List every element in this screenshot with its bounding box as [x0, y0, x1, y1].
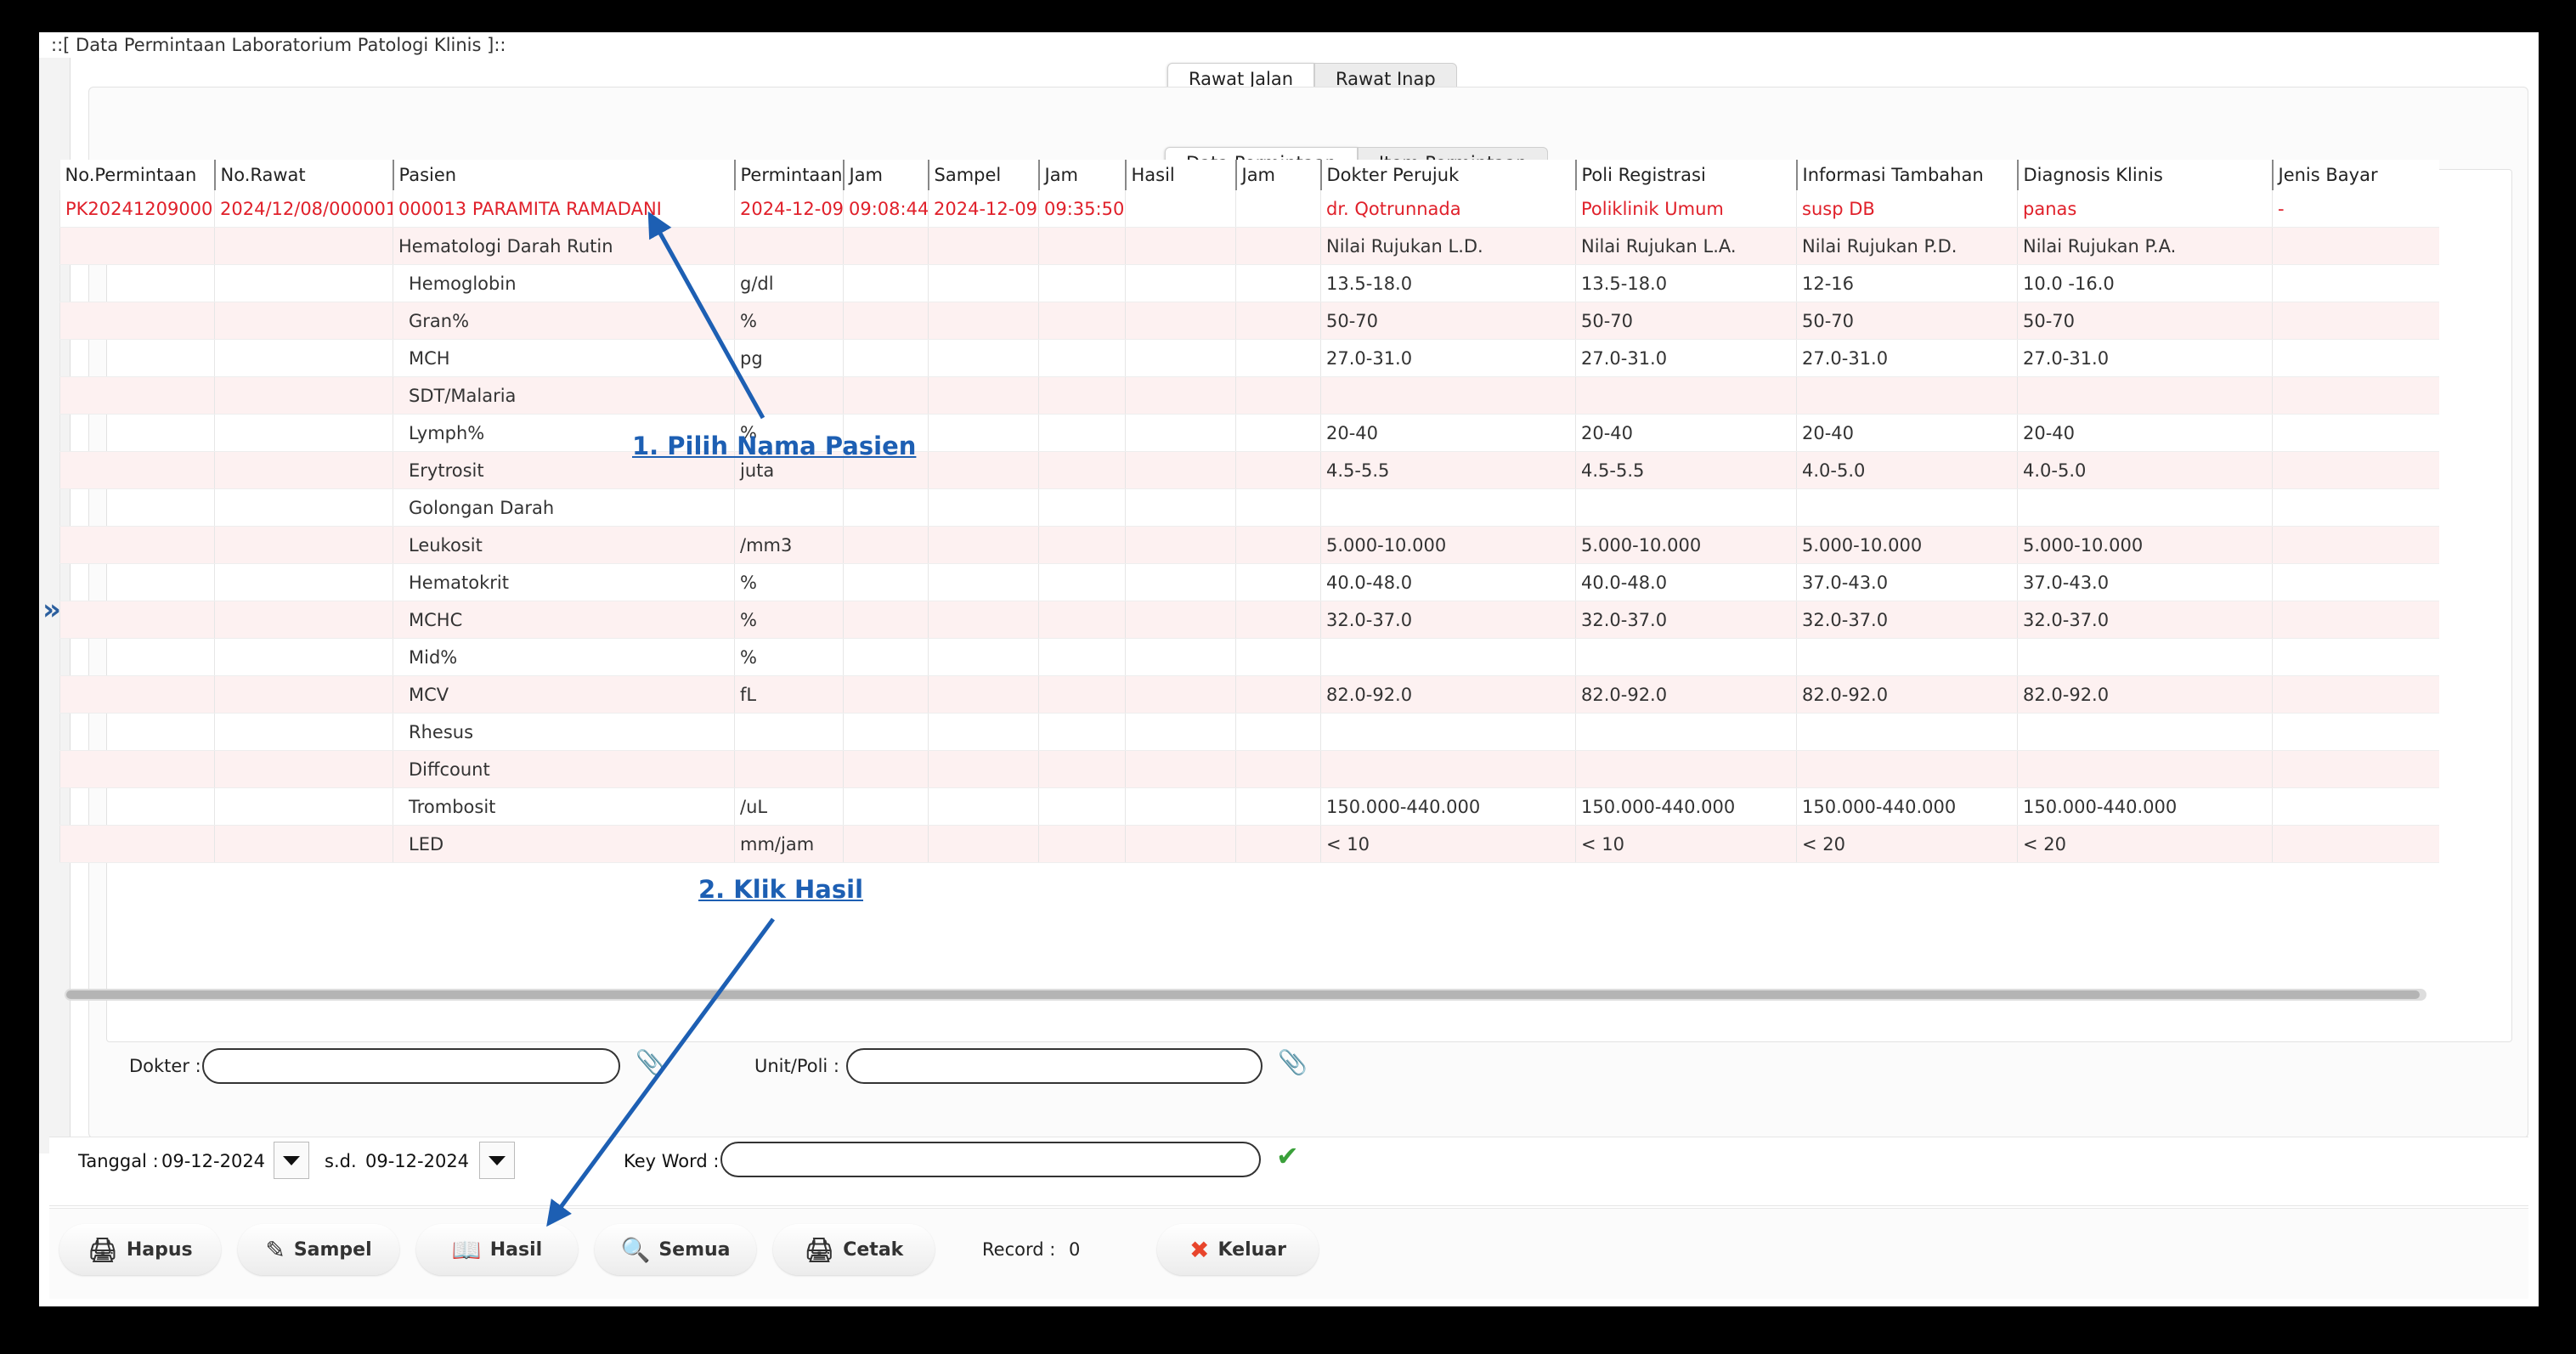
arrow-to-patient-name: [647, 211, 765, 420]
annotation-arrows: [546, 211, 776, 1227]
arrow-to-hasil-button: [546, 917, 776, 1227]
